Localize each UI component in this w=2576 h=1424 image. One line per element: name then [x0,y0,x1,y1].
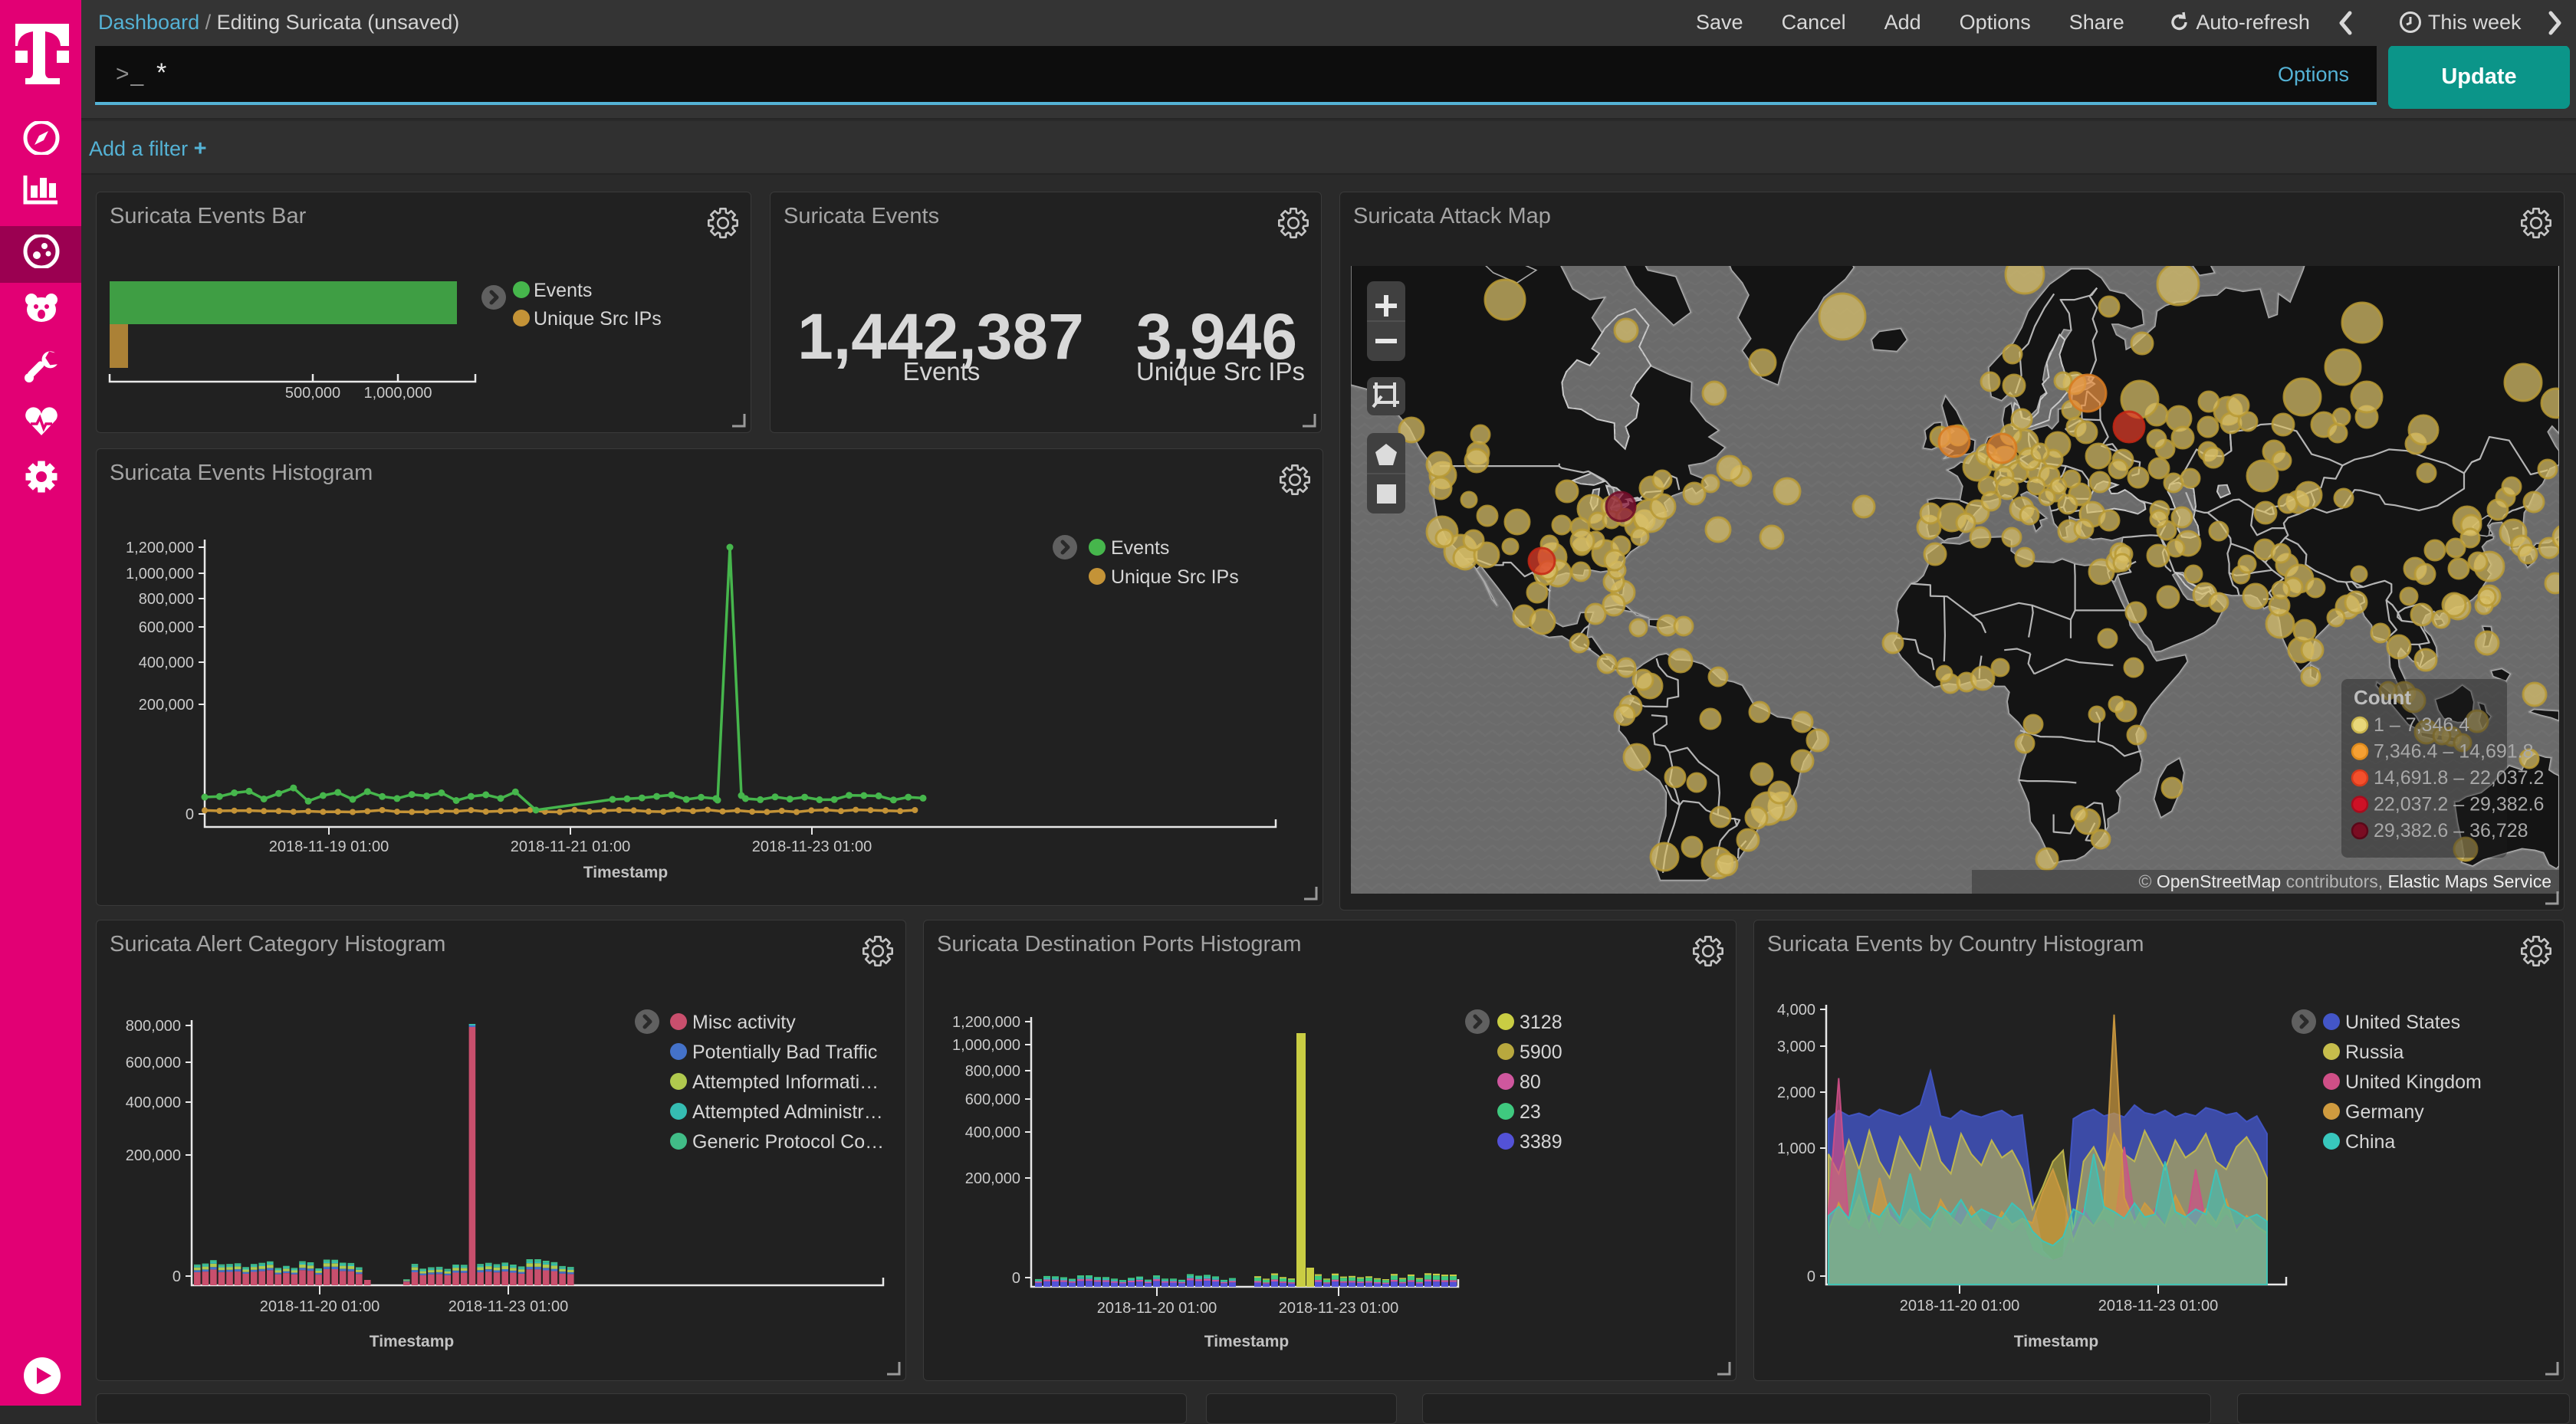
svg-text:2018-11-23 01:00: 2018-11-23 01:00 [1279,1300,1398,1317]
svg-text:600,000: 600,000 [139,619,194,636]
svg-text:Misc activity: Misc activity [692,1012,796,1033]
svg-text:4,000: 4,000 [1777,1002,1815,1019]
svg-text:Timestamp: Timestamp [370,1333,455,1350]
svg-text:600,000: 600,000 [126,1055,181,1071]
svg-text:2018-11-20 01:00: 2018-11-20 01:00 [1097,1300,1217,1317]
svg-text:400,000: 400,000 [965,1124,1020,1141]
svg-text:3389: 3389 [1520,1131,1562,1153]
svg-text:7,346.4 – 14,691.8: 7,346.4 – 14,691.8 [2374,741,2534,763]
svg-text:2018-11-19 01:00: 2018-11-19 01:00 [269,838,389,855]
svg-text:2018-11-20 01:00: 2018-11-20 01:00 [260,1298,380,1315]
svg-text:200,000: 200,000 [139,697,194,714]
svg-text:14,691.8 – 22,037.2: 14,691.8 – 22,037.2 [2374,767,2544,789]
svg-text:Unique Src IPs: Unique Src IPs [1136,357,1305,386]
svg-text:400,000: 400,000 [139,655,194,671]
svg-text:5900: 5900 [1520,1042,1562,1063]
svg-text:22,037.2 – 29,382.6: 22,037.2 – 29,382.6 [2374,794,2544,815]
svg-text:1,000,000: 1,000,000 [364,385,432,402]
svg-text:United Kingdom: United Kingdom [2345,1071,2482,1093]
svg-text:1,200,000: 1,200,000 [952,1014,1020,1031]
svg-text:80: 80 [1520,1071,1541,1093]
svg-text:1,000,000: 1,000,000 [126,566,194,582]
svg-text:Attempted Administr…: Attempted Administr… [692,1101,883,1123]
svg-text:1,000,000: 1,000,000 [952,1037,1020,1054]
svg-text:2,000: 2,000 [1777,1084,1815,1101]
svg-text:Timestamp: Timestamp [2014,1333,2099,1350]
svg-text:2018-11-23 01:00: 2018-11-23 01:00 [2098,1298,2218,1314]
svg-text:3128: 3128 [1520,1012,1562,1033]
svg-text:600,000: 600,000 [965,1091,1020,1108]
svg-text:Events: Events [1111,537,1169,559]
svg-text:0: 0 [1012,1270,1020,1287]
svg-text:Unique Src IPs: Unique Src IPs [1111,566,1239,588]
svg-text:800,000: 800,000 [965,1063,1020,1080]
svg-text:200,000: 200,000 [126,1147,181,1164]
svg-text:Russia: Russia [2345,1042,2404,1063]
svg-text:800,000: 800,000 [126,1018,181,1035]
svg-text:Generic Protocol Co…: Generic Protocol Co… [692,1131,884,1153]
svg-text:3,000: 3,000 [1777,1038,1815,1055]
svg-text:0: 0 [1807,1268,1815,1285]
svg-text:Timestamp: Timestamp [1204,1333,1290,1350]
svg-text:1,000: 1,000 [1777,1140,1815,1157]
svg-text:1,200,000: 1,200,000 [126,540,194,556]
svg-text:2018-11-20 01:00: 2018-11-20 01:00 [1900,1298,2019,1314]
svg-text:200,000: 200,000 [965,1170,1020,1187]
svg-text:Count: Count [2354,686,2411,709]
svg-text:2018-11-21 01:00: 2018-11-21 01:00 [511,838,630,855]
svg-text:China: China [2345,1131,2395,1153]
svg-text:© OpenStreetMap contributors,: © OpenStreetMap contributors, Elastic Ma… [2138,871,2551,891]
svg-text:29,382.6 – 36,728: 29,382.6 – 36,728 [2374,820,2528,842]
svg-text:400,000: 400,000 [126,1094,181,1111]
svg-text:Potentially Bad Traffic: Potentially Bad Traffic [692,1042,877,1063]
svg-text:500,000: 500,000 [285,385,340,402]
svg-text:Attempted Informati…: Attempted Informati… [692,1071,879,1093]
svg-text:Events: Events [903,357,981,386]
svg-text:Events: Events [534,280,592,301]
svg-text:23: 23 [1520,1101,1541,1123]
svg-text:0: 0 [172,1268,181,1285]
svg-text:United States: United States [2345,1012,2460,1033]
svg-text:0: 0 [186,806,194,823]
svg-text:800,000: 800,000 [139,591,194,608]
svg-text:Unique Src IPs: Unique Src IPs [534,308,662,330]
svg-text:Timestamp: Timestamp [583,864,669,881]
svg-text:1 – 7,346.4: 1 – 7,346.4 [2374,714,2469,736]
svg-text:2018-11-23 01:00: 2018-11-23 01:00 [449,1298,568,1315]
svg-text:Germany: Germany [2345,1101,2424,1123]
svg-text:2018-11-23 01:00: 2018-11-23 01:00 [752,838,872,855]
